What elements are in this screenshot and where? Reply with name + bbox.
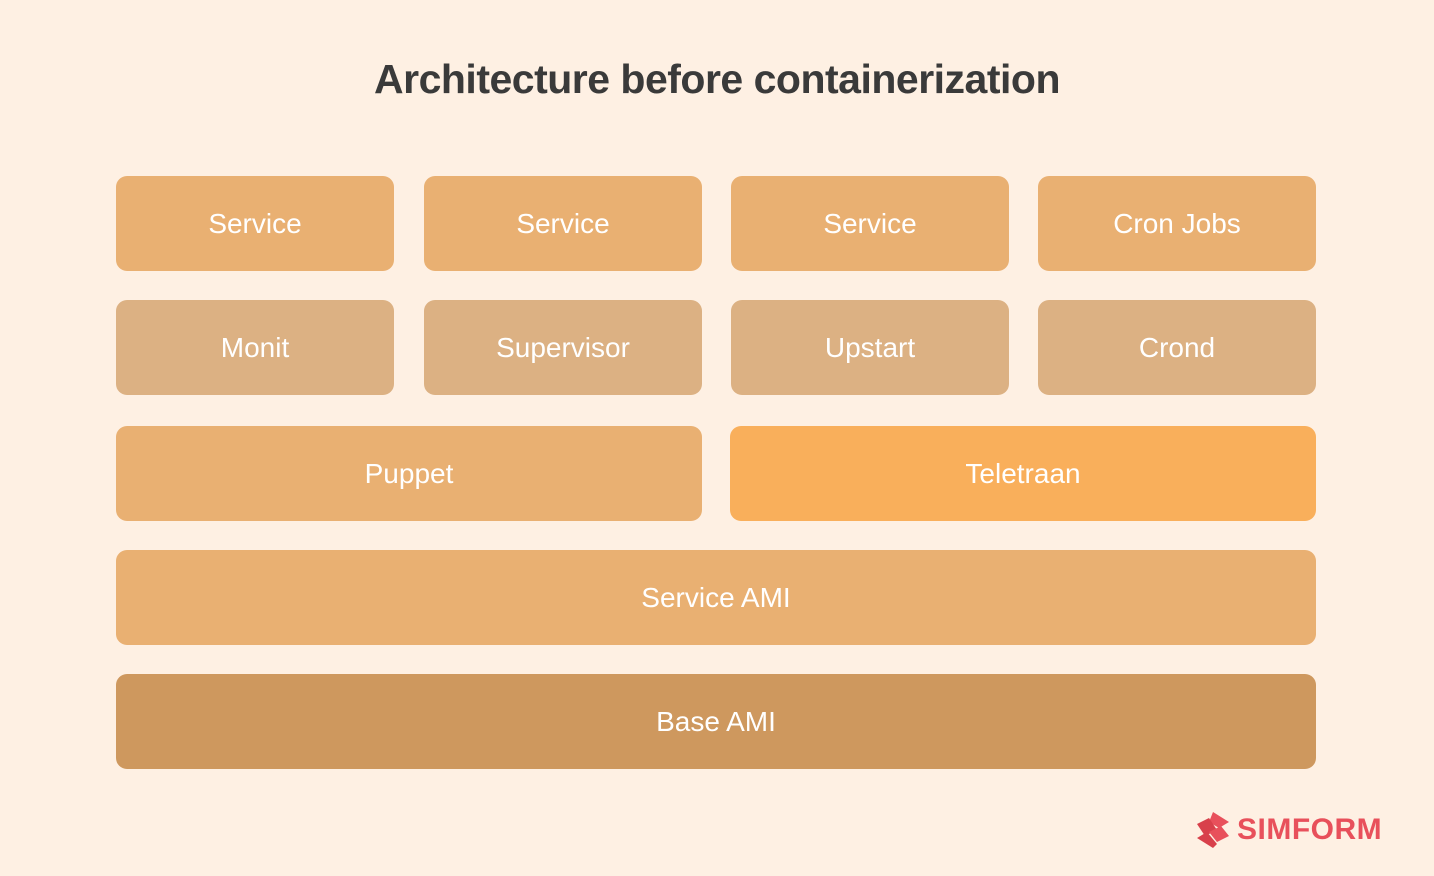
simform-logo-icon xyxy=(1197,812,1229,848)
service-box-2: Service xyxy=(424,176,702,271)
upstart-box: Upstart xyxy=(731,300,1009,395)
teletraan-box: Teletraan xyxy=(730,426,1316,521)
supervisor-box: Supervisor xyxy=(424,300,702,395)
base-ami-box: Base AMI xyxy=(116,674,1316,769)
service-box-1: Service xyxy=(116,176,394,271)
simform-logo: SIMFORM xyxy=(1195,810,1382,850)
monit-box: Monit xyxy=(116,300,394,395)
cron-jobs-box: Cron Jobs xyxy=(1038,176,1316,271)
service-ami-box: Service AMI xyxy=(116,550,1316,645)
simform-logo-text: SIMFORM xyxy=(1237,813,1383,846)
diagram-title: Architecture before containerization xyxy=(374,56,1060,102)
service-box-3: Service xyxy=(731,176,1009,271)
crond-box: Crond xyxy=(1038,300,1316,395)
puppet-box: Puppet xyxy=(116,426,702,521)
